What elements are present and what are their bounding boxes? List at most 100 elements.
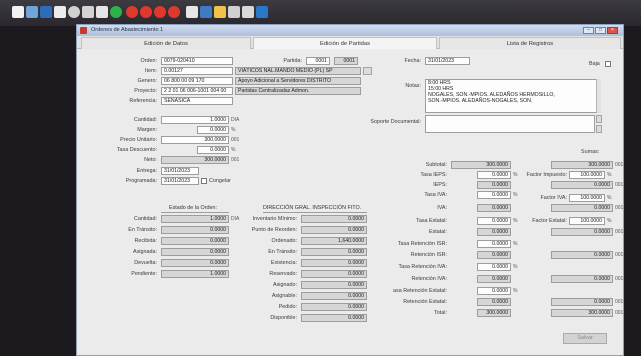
soporte-field[interactable] [425, 115, 595, 133]
genero-field[interactable]: 06 800 00 09 170 [161, 77, 233, 85]
next-icon[interactable] [154, 6, 166, 18]
tasa-ret-isr-field[interactable]: 0.0000 [477, 240, 511, 248]
estado-label: En Tránsito: [128, 227, 157, 233]
estado-value: 0.0000 [161, 237, 229, 245]
orders-window: Ordenes de Abastecimiento 1 – □ × Edició… [76, 24, 624, 356]
new-icon[interactable] [12, 6, 24, 18]
maximize-button[interactable]: □ [595, 27, 606, 34]
inventario-label: Existencia: [270, 260, 297, 266]
print-preview-icon[interactable] [68, 6, 80, 18]
cantidad-unit: DIA [231, 117, 240, 123]
proyecto-label: Proyecto: [134, 88, 157, 94]
tasa-ret-estatal-field[interactable]: 0.0000 [477, 287, 511, 295]
tasa-ret-isr-unit: % [513, 241, 518, 247]
tasa-ret-estatal-label: asa Retención Estatal: [393, 288, 447, 294]
app-icon [80, 27, 87, 34]
search-icon[interactable] [82, 6, 94, 18]
tasa-ret-iva-field[interactable]: 0.0000 [477, 263, 511, 271]
prev-icon[interactable] [140, 6, 152, 18]
inventario-value: 0.0000 [301, 292, 367, 300]
factor-estatal-field[interactable]: 100.0000 [569, 217, 605, 225]
partida-field-2: 0001 [334, 57, 358, 65]
item-field[interactable]: 0.00127 [161, 67, 233, 75]
orden-field[interactable]: 0079-020410 [161, 57, 233, 65]
item-desc: VIÁTICOS NAL.MANDO MEDIO (PL) SP [235, 67, 361, 75]
notas-line: SON.-MPIOS. ALEDAÑOS-NOGALES, SON. [428, 98, 533, 104]
last-icon[interactable] [168, 6, 180, 18]
partida-label: Partida: [283, 58, 302, 64]
margen-field[interactable]: 0.0000 [197, 126, 229, 134]
estado-value: 1.0000 [161, 215, 229, 223]
inventario-value: 1,640.0000 [301, 237, 367, 245]
inventario-label: Asignado: [273, 282, 297, 288]
inventario-value: 0.0000 [301, 281, 367, 289]
layout-icon[interactable] [228, 6, 240, 18]
baja-checkbox[interactable] [605, 61, 611, 67]
notas-scrollbar[interactable] [596, 79, 601, 113]
entrega-field[interactable]: 31/01/2023 [161, 167, 199, 175]
inventario-label: Punto de Reorden: [251, 227, 297, 233]
tab-edicion-partidas[interactable]: Edición de Partidas [253, 37, 437, 49]
inventario-label: Reservado: [269, 271, 297, 277]
grid-icon[interactable] [96, 6, 108, 18]
fecha-field[interactable]: 31/01/2023 [425, 57, 470, 65]
soporte-button-down[interactable] [596, 125, 602, 133]
save-icon[interactable] [40, 6, 52, 18]
tab-lista-registros[interactable]: Lista de Registros [439, 37, 621, 49]
referencia-label: Referencia: [129, 98, 157, 104]
inventario-label: En Tránsito: [268, 249, 297, 255]
programada-field[interactable]: 31/01/2023 [161, 177, 199, 185]
apps-icon[interactable] [256, 6, 268, 18]
binoculars-icon[interactable] [186, 6, 198, 18]
save-button[interactable]: Salvar [563, 333, 607, 344]
ieps-field: 0.0000 [477, 181, 511, 189]
iva-label: IVA: [437, 205, 447, 211]
export-icon[interactable] [214, 6, 226, 18]
ret-iva-sum: 0.0000 [551, 275, 613, 283]
close-icon[interactable] [54, 6, 66, 18]
factor-impuesto-field[interactable]: 100.0000 [569, 171, 605, 179]
congelar-label: Congelar [209, 178, 231, 184]
close-button[interactable]: × [607, 27, 618, 34]
window-titlebar: Ordenes de Abastecimiento 1 [77, 25, 623, 36]
ret-estatal-unit: 001 [615, 299, 624, 305]
first-icon[interactable] [126, 6, 138, 18]
printer-icon[interactable] [200, 6, 212, 18]
total-field: 300.0000 [477, 309, 511, 317]
estatal-field: 0.0000 [477, 228, 511, 236]
estatal-unit: 001 [615, 229, 624, 235]
item-lookup-button[interactable] [363, 67, 372, 75]
tasa-desc-field[interactable]: 0.0000 [197, 146, 229, 154]
inventario-value: 0.0000 [301, 314, 367, 322]
minimize-button[interactable]: – [583, 27, 594, 34]
subtotal-field: 300.0000 [451, 161, 511, 169]
ret-estatal-sum: 0.0000 [551, 298, 613, 306]
inventario-label: Pedido: [278, 304, 297, 310]
cantidad-field[interactable]: 1.0000 [161, 116, 229, 124]
factor-impuesto-unit: % [607, 172, 612, 178]
partida-field[interactable]: 0001 [306, 57, 330, 65]
notas-textarea[interactable]: 8:00 HRS 15:00 HRS NOGALES, SON.-MPIOS. … [425, 79, 601, 113]
estado-value: 0.0000 [161, 248, 229, 256]
estado-label: Pendiente: [131, 271, 157, 277]
estado-divider [161, 212, 229, 213]
referencia-field[interactable]: SENASICA [161, 97, 233, 105]
copy-icon[interactable] [26, 6, 38, 18]
ret-iva-label: Retención IVA: [411, 276, 447, 282]
proyecto-field[interactable]: 2 2 01 06 006-1001 004 00 [161, 87, 233, 95]
margen-label: Margen: [137, 127, 157, 133]
precio-field[interactable]: 300.0000 [161, 136, 229, 144]
subtotal-label: Subtotal: [425, 162, 447, 168]
tab-edicion-datos[interactable]: Edición de Datos [81, 37, 251, 49]
cloud-icon[interactable] [242, 6, 254, 18]
app-toolbar [0, 0, 641, 26]
soporte-button-up[interactable] [596, 115, 602, 123]
ret-iva-unit: 001 [615, 276, 624, 282]
notas-label: Notas: [405, 83, 421, 89]
congelar-checkbox[interactable] [201, 178, 207, 184]
refresh-icon[interactable] [110, 6, 122, 18]
tasa-ieps-label: Tasa IEPS: [420, 172, 447, 178]
tasa-ret-estatal-unit: % [513, 288, 518, 294]
factor-iva-field[interactable]: 100.0000 [569, 194, 605, 202]
estado-label: Cantidad: [133, 216, 157, 222]
